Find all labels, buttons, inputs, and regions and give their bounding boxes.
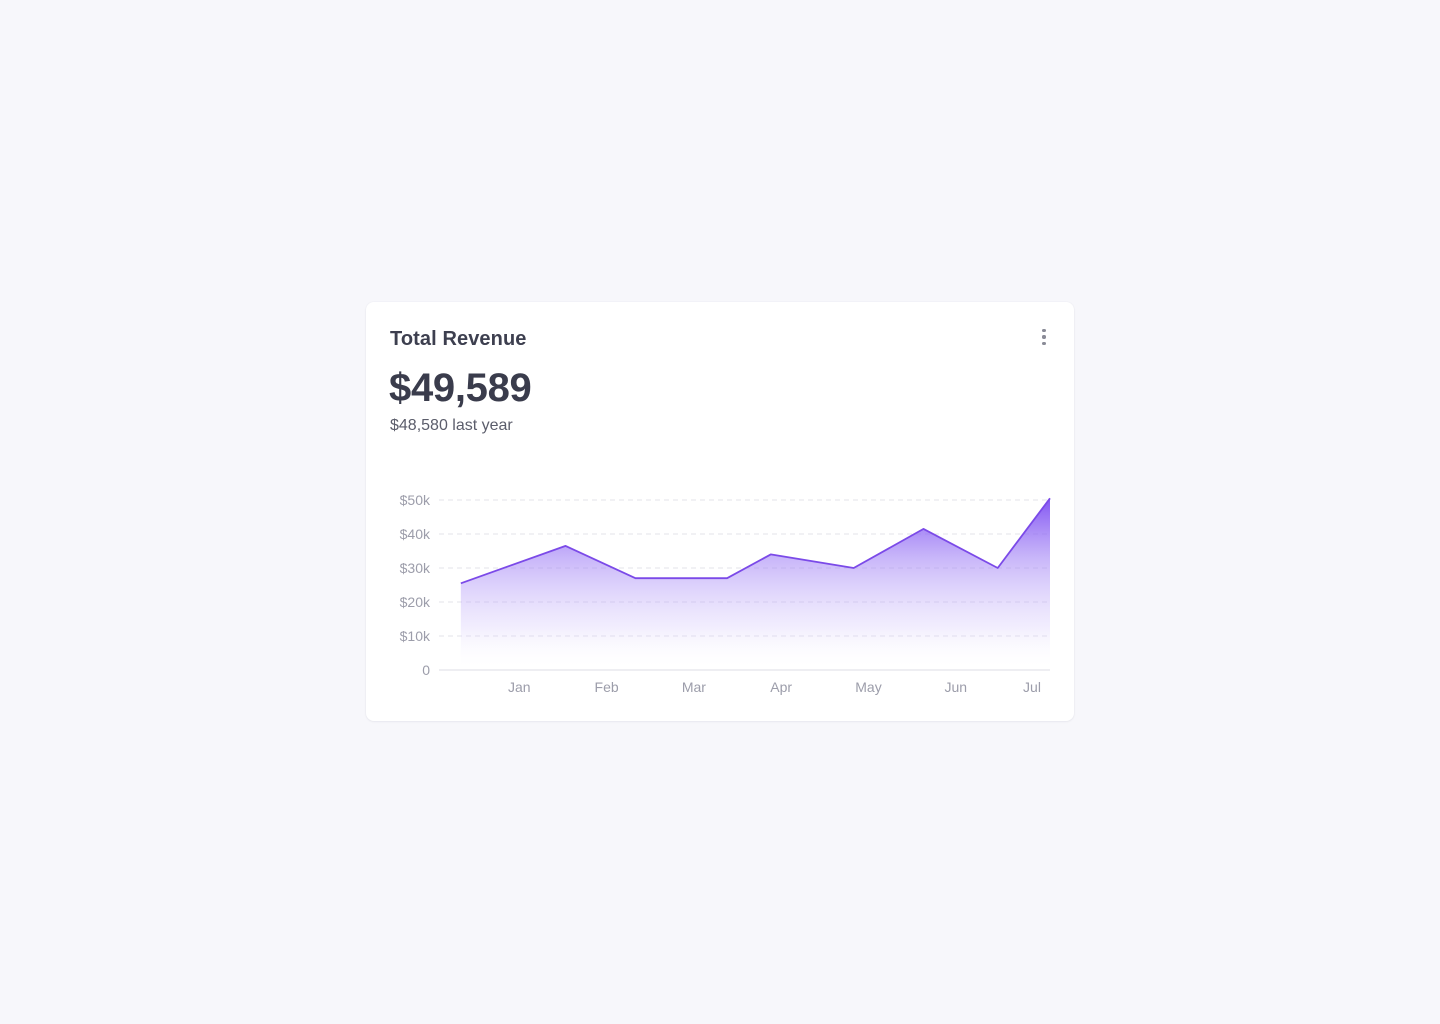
revenue-area-fill: [460, 498, 1050, 670]
y-tick-label: $50k: [400, 492, 431, 508]
x-tick-label: Apr: [770, 679, 792, 695]
y-tick-label: $40k: [400, 526, 431, 542]
y-tick-label: $10k: [400, 628, 431, 644]
revenue-area-chart: 0 $10k $20k $30k $40k $50k Jan Feb Mar Apr May Jun J…: [400, 492, 1051, 695]
more-vertical-icon-dot: [1042, 341, 1046, 346]
more-vertical-icon: [1042, 328, 1046, 333]
x-tick-label: May: [855, 679, 881, 695]
more-vertical-icon-dot: [1042, 335, 1046, 339]
y-tick-label: $20k: [400, 594, 431, 610]
y-tick-label: $30k: [400, 560, 431, 576]
y-tick-label: 0: [422, 662, 430, 678]
x-tick-label: Jun: [945, 679, 968, 695]
revenue-card: Total Revenue $49,589 $48,580 last year …: [366, 302, 1074, 721]
card-title: Total Revenue: [390, 328, 527, 350]
x-tick-label: Mar: [682, 679, 706, 695]
more-options-button[interactable]: [1036, 326, 1052, 348]
x-tick-label: Feb: [595, 679, 619, 695]
x-tick-label: Jul: [1023, 679, 1041, 695]
total-revenue-value: $49,589: [389, 366, 532, 410]
x-tick-label: Jan: [508, 679, 531, 695]
last-year-comparison: $48,580 last year: [390, 417, 513, 434]
revenue-line: [460, 497, 1051, 585]
